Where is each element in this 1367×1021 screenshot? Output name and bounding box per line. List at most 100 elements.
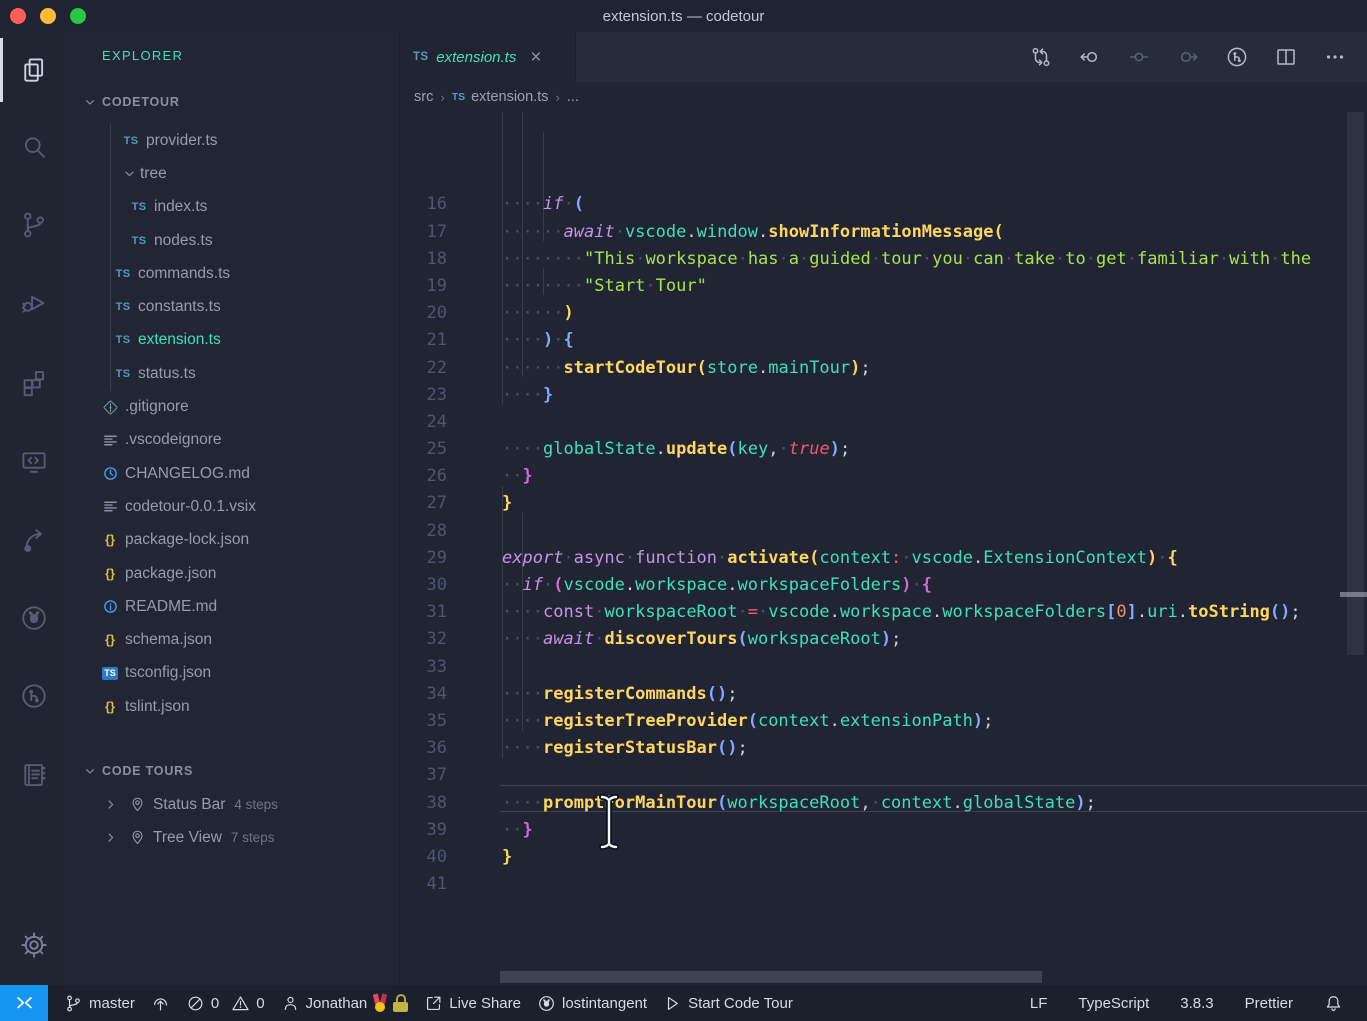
breadcrumb-item-src[interactable]: src — [414, 89, 433, 105]
section-header-codetour[interactable]: CODETOUR — [68, 90, 399, 114]
status-publish[interactable] — [143, 985, 178, 1021]
sidebar-item-changelog.md[interactable]: CHANGELOG.md — [68, 457, 399, 490]
code-line[interactable]: 33 — [400, 654, 1367, 681]
navigate-back-button[interactable] — [1078, 45, 1102, 69]
activity-extensions-button[interactable] — [19, 367, 49, 397]
vscode-window: extension.ts — codetour EXPLORER CODETOU… — [0, 0, 1367, 1021]
code-line[interactable]: 27} — [400, 490, 1367, 517]
code-line[interactable]: 19········"Start·Tour" — [400, 273, 1367, 300]
file-label: .vscodeignore — [125, 431, 222, 449]
activity-live-share-button[interactable] — [19, 525, 49, 555]
status-notifications[interactable] — [1316, 985, 1351, 1021]
tour-item-tree-view[interactable]: Tree View7 steps — [68, 821, 399, 854]
sidebar-item-package.json[interactable]: {}package.json — [68, 557, 399, 590]
tab-extension-ts[interactable]: TS extension.ts × — [400, 32, 576, 82]
activity-remote-explorer-button[interactable] — [19, 447, 49, 477]
code-line[interactable]: 17······await·vscode.window.showInformat… — [400, 219, 1367, 246]
status-user[interactable]: Jonathan — [273, 985, 417, 1021]
navigate-position-button[interactable] — [1127, 45, 1151, 69]
code-line[interactable]: 36····registerStatusBar(); — [400, 735, 1367, 762]
open-changes-button[interactable] — [1029, 45, 1053, 69]
breadcrumb-item-file[interactable]: extension.ts — [471, 89, 548, 105]
sidebar-item-package-lock.json[interactable]: {}package-lock.json — [68, 524, 399, 557]
sidebar-item-schema.json[interactable]: {}schema.json — [68, 623, 399, 656]
activity-search-button[interactable] — [19, 132, 49, 162]
split-editor-button[interactable] — [1274, 45, 1298, 69]
activity-notebook-button[interactable] — [19, 760, 49, 790]
close-window-button[interactable] — [10, 8, 26, 24]
line-number: 31 — [400, 599, 447, 626]
code-line[interactable]: 32····await·discoverTours(workspaceRoot)… — [400, 626, 1367, 653]
sidebar-item-readme.md[interactable]: README.md — [68, 590, 399, 623]
sidebar-item-.gitignore[interactable]: .gitignore — [68, 390, 399, 423]
sidebar-item-extension.ts[interactable]: TS extension.ts — [68, 324, 399, 357]
code-editor[interactable]: 16····if·(17······await·vscode.window.sh… — [400, 112, 1367, 985]
status-github-account[interactable]: lostintangent — [529, 985, 655, 1021]
code-line[interactable]: 16····if·( — [400, 191, 1367, 218]
activity-source-control-button[interactable] — [19, 210, 49, 240]
tab-bar: TS extension.ts × — [400, 32, 1367, 82]
breadcrumb-item-symbol[interactable]: ... — [567, 89, 579, 105]
close-tab-icon[interactable]: × — [530, 48, 541, 67]
code-line[interactable]: 35····registerTreeProvider(context.exten… — [400, 708, 1367, 735]
status-branch[interactable]: master — [56, 985, 143, 1021]
code-line[interactable]: 28 — [400, 518, 1367, 545]
code-line[interactable]: 21····)·{ — [400, 327, 1367, 354]
navigate-forward-button[interactable] — [1176, 45, 1200, 69]
status-remote[interactable] — [0, 985, 48, 1021]
minimize-window-button[interactable] — [40, 8, 56, 24]
section-header-code-tours[interactable]: CODE TOURS — [68, 759, 399, 783]
status-live-share[interactable]: Live Share — [416, 985, 529, 1021]
status-language[interactable]: TypeScript — [1070, 985, 1157, 1021]
code-line[interactable]: 24 — [400, 409, 1367, 436]
sidebar-item-commands.ts[interactable]: TScommands.ts — [68, 257, 399, 290]
file-label: status.ts — [138, 365, 196, 383]
breadcrumb-separator-icon: › — [556, 90, 560, 105]
sidebar-item-constants.ts[interactable]: TSconstants.ts — [68, 290, 399, 323]
ts-file-icon: TS — [113, 334, 133, 346]
zoom-window-button[interactable] — [70, 8, 86, 24]
sidebar-item-index.ts[interactable]: TSindex.ts — [68, 191, 399, 224]
horizontal-scrollbar[interactable] — [500, 971, 1042, 983]
status-eol[interactable]: LF — [1022, 985, 1056, 1021]
code-line[interactable]: 20······) — [400, 300, 1367, 327]
person-icon — [281, 994, 300, 1013]
code-line[interactable]: 30··if·(vscode.workspace.workspaceFolder… — [400, 572, 1367, 599]
status-ts-version[interactable]: 3.8.3 — [1172, 985, 1221, 1021]
sidebar-item-tslint.json[interactable]: {}tslint.json — [68, 690, 399, 723]
sidebar-item-tree[interactable]: tree — [68, 157, 399, 190]
current-line-highlight — [500, 785, 1367, 812]
activity-codetour-button[interactable] — [19, 681, 49, 711]
sidebar-item-provider.ts[interactable]: TSprovider.ts — [68, 124, 399, 157]
sidebar-item-tsconfig.json[interactable]: TStsconfig.json — [68, 657, 399, 690]
activity-run-debug-button[interactable] — [19, 288, 49, 318]
file-label: extension.ts — [138, 331, 221, 349]
code-line[interactable]: 22······startCodeTour(store.mainTour); — [400, 355, 1367, 382]
info-file-icon — [100, 598, 120, 615]
code-line[interactable]: 26··} — [400, 463, 1367, 490]
activity-github-button[interactable] — [19, 603, 49, 633]
sidebar-item-codetour-0.0.1.vsix[interactable]: codetour-0.0.1.vsix — [68, 490, 399, 523]
code-line[interactable]: 18········"This·workspace·has·a·guided·t… — [400, 246, 1367, 273]
overview-ruler-marker — [1340, 592, 1367, 597]
sidebar-item-.vscodeignore[interactable]: .vscodeignore — [68, 424, 399, 457]
publish-icon — [151, 994, 170, 1013]
vertical-scrollbar[interactable] — [1347, 112, 1364, 655]
status-label: Live Share — [449, 995, 521, 1012]
more-actions-button[interactable] — [1323, 45, 1347, 69]
status-start-code-tour[interactable]: Start Code Tour — [655, 985, 801, 1021]
sidebar-item-nodes.ts[interactable]: TSnodes.ts — [68, 224, 399, 257]
code-line[interactable]: 34····registerCommands(); — [400, 681, 1367, 708]
sidebar-item-status.ts[interactable]: TSstatus.ts — [68, 357, 399, 390]
chevron-right-icon — [102, 829, 119, 846]
status-problems[interactable]: 00 — [178, 985, 273, 1021]
code-line[interactable]: 25····globalState.update(key,·true); — [400, 436, 1367, 463]
code-line[interactable]: 29export·async·function·activate(context… — [400, 545, 1367, 572]
activity-settings-button[interactable] — [19, 930, 49, 960]
status-formatter[interactable]: Prettier — [1237, 985, 1301, 1021]
tour-item-status-bar[interactable]: Status Bar4 steps — [68, 788, 399, 821]
start-tour-button[interactable] — [1225, 45, 1249, 69]
code-line[interactable]: 23····} — [400, 382, 1367, 409]
activity-explorer-button[interactable] — [19, 55, 49, 85]
code-line[interactable]: 31····const·workspaceRoot·=·vscode.works… — [400, 599, 1367, 626]
